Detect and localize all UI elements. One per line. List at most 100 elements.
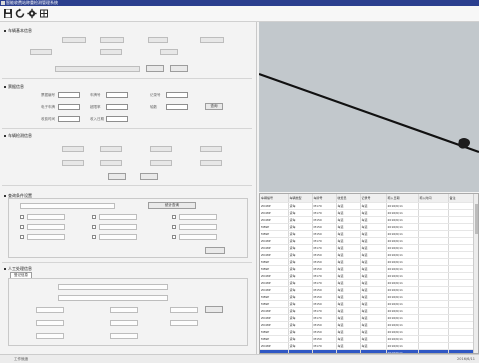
table-cell: 车道 (360, 293, 387, 301)
column-header[interactable]: 备注 (448, 194, 475, 203)
filter-select-1[interactable] (27, 214, 65, 220)
manual-field-8[interactable] (170, 320, 198, 326)
vehicle-field-1[interactable] (62, 37, 86, 43)
vehicle-field-8[interactable] (55, 66, 140, 72)
table-row[interactable]: Z048P 货车 M150 车道 车道 2016/6/11 (260, 286, 475, 294)
filter-select-4[interactable] (27, 224, 65, 230)
column-header[interactable]: 记录号 (360, 194, 387, 203)
inspect-action-button-1[interactable] (108, 173, 126, 180)
manual-field-4[interactable] (110, 307, 138, 313)
grid-button[interactable] (39, 8, 49, 19)
filter-select-9[interactable] (179, 234, 217, 240)
manual-field-7[interactable] (110, 320, 138, 326)
table-row[interactable]: Z048P 货车 M170 车道 车道 2016/6/11 (260, 314, 475, 322)
vehicle-action-button-1[interactable] (146, 65, 164, 72)
overload-field[interactable] (106, 104, 128, 110)
record-field[interactable] (166, 92, 188, 98)
settings-button[interactable] (27, 8, 37, 19)
table-row[interactable]: M89P 货车 M150 车道 车道 2016/6/11 (260, 328, 475, 336)
table-scrollbar[interactable] (473, 194, 478, 353)
table-row[interactable]: M89P 货车 M150 车道 车道 2016/6/11 (260, 293, 475, 301)
table-row[interactable]: Z048P 货车 M170 车道 车道 2016/6/11 (260, 244, 475, 252)
manual-field-3[interactable] (36, 307, 64, 313)
vehicle-field-4[interactable] (200, 37, 224, 43)
table-row[interactable]: M89P 货车 M150 车道 车道 2016/6/11 (260, 223, 475, 231)
filter-checkbox-9[interactable] (172, 235, 176, 239)
inspect-field-7[interactable] (150, 160, 172, 166)
column-header[interactable]: 收费员 (336, 194, 361, 203)
stat-query-button[interactable]: 统计查询 (148, 202, 196, 209)
table-row[interactable]: Z048P 货车 M170 车道 车道 2016/6/11 (260, 202, 475, 210)
filter-checkbox-8[interactable] (92, 235, 96, 239)
manual-action-button[interactable] (205, 306, 223, 313)
table-row[interactable]: M89P 货车 M150 车道 车道 2016/6/11 (260, 230, 475, 238)
table-cell: M150 (312, 328, 337, 336)
filter-submit-button[interactable] (205, 247, 225, 254)
table-row[interactable]: Z048P 货车 M170 车道 车道 2016/6/11 (260, 279, 475, 287)
column-header[interactable]: 称入日期 (386, 194, 419, 203)
table-row[interactable]: Z048P 货车 M170 车道 车道 2016/6/11 (260, 237, 475, 245)
ticket-no-field[interactable] (58, 92, 80, 98)
filter-checkbox-1[interactable] (20, 215, 24, 219)
filter-checkbox-5[interactable] (92, 225, 96, 229)
plate-field[interactable] (106, 92, 128, 98)
table-body: Z048P 货车 M170 车道 车道 2016/6/11 Z048P 货车 M170 车道 车道 2… (260, 202, 475, 353)
table-row[interactable]: M89P 货车 M150 车道 车道 2016/6/11 (260, 265, 475, 273)
filter-select-2[interactable] (99, 214, 137, 220)
manual-field-9[interactable] (36, 333, 64, 339)
manual-field-10[interactable] (110, 333, 138, 339)
etag-field[interactable] (58, 104, 80, 110)
manual-field-6[interactable] (36, 320, 64, 326)
table-row[interactable]: M89P 货车 M150 车道 车道 2016/6/11 (260, 300, 475, 308)
filter-checkbox-2[interactable] (92, 215, 96, 219)
column-header[interactable]: 车牌号 (312, 194, 337, 203)
inspect-field-4[interactable] (200, 146, 222, 152)
filter-select-8[interactable] (99, 234, 137, 240)
scrollbar-thumb[interactable] (475, 204, 478, 234)
vehicle-field-6[interactable] (100, 49, 122, 55)
table-row[interactable]: M89P 货车 M150 车道 车道 2016/6/11 (260, 258, 475, 266)
table-row[interactable]: Z048P 货车 M170 车道 车道 2016/6/11 (260, 307, 475, 315)
filter-checkbox-3[interactable] (172, 215, 176, 219)
column-header[interactable]: 称入时间 (418, 194, 449, 203)
filter-checkbox-7[interactable] (20, 235, 24, 239)
inspect-field-2[interactable] (100, 146, 122, 152)
filter-checkbox-4[interactable] (20, 225, 24, 229)
query-button[interactable]: 查询 (205, 103, 223, 110)
inspect-field-8[interactable] (200, 160, 222, 166)
inspect-field-6[interactable] (100, 160, 122, 166)
table-row[interactable]: Z048P 货车 M170 车道 车道 2016/6/11 (260, 272, 475, 280)
inspect-field-5[interactable] (62, 160, 84, 166)
manual-field-1[interactable] (58, 284, 168, 290)
table-row[interactable]: Z048P 货车 M170 车道 车道 2016/6/11 (260, 209, 475, 217)
filter-select-3[interactable] (179, 214, 217, 220)
inspect-field-3[interactable] (150, 146, 172, 152)
table-row[interactable]: Z048P 货车 M150 车道 车道 2016/6/11 (260, 216, 475, 224)
vehicle-field-5[interactable] (30, 49, 52, 55)
manual-field-5[interactable] (170, 307, 198, 313)
column-header[interactable]: 车辆类型 (288, 194, 313, 203)
axle-field[interactable] (166, 104, 188, 110)
table-row[interactable]: Z048P 货车 M150 车道 车道 2016/6/11 (260, 321, 475, 329)
filter-select-5[interactable] (99, 224, 137, 230)
manual-field-2[interactable] (58, 295, 168, 301)
vehicle-field-2[interactable] (100, 37, 124, 43)
table-row[interactable]: Z048P 货车 M150 车道 车道 2016/6/11 (260, 251, 475, 259)
refresh-button[interactable] (15, 8, 25, 19)
income-date-field[interactable] (106, 116, 128, 122)
filter-field-top[interactable] (20, 203, 115, 209)
filter-select-7[interactable] (27, 234, 65, 240)
fee-time-field[interactable] (58, 116, 80, 122)
inspect-field-1[interactable] (62, 146, 84, 152)
column-header[interactable]: 车辆编号 (260, 194, 289, 203)
inspect-action-button-2[interactable] (140, 173, 158, 180)
filter-select-6[interactable] (179, 224, 217, 230)
table-row[interactable]: Z048P 货车 M170 车道 车道 2016/6/11 (260, 342, 475, 350)
save-button[interactable] (3, 8, 13, 19)
vehicle-field-3[interactable] (148, 37, 168, 43)
table-row[interactable]: M89P 货车 M150 车道 车道 2016/6/11 (260, 335, 475, 343)
filter-checkbox-6[interactable] (172, 225, 176, 229)
vehicle-action-button-2[interactable] (170, 65, 188, 72)
table-cell: M89P (260, 328, 289, 336)
vehicle-field-7[interactable] (160, 49, 178, 55)
